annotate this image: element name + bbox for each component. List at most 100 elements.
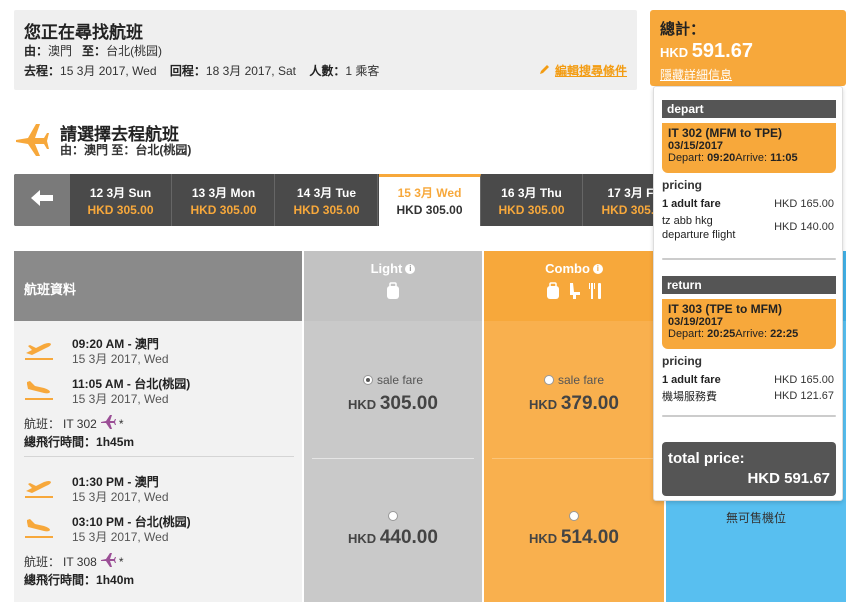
flight-star: * <box>118 554 124 569</box>
duration-label: 總飛行時間： <box>24 573 97 587</box>
depart-label: Depart: <box>668 328 705 340</box>
fare-radio[interactable] <box>569 511 579 521</box>
date-selector: 12 3月 Sun HKD 305.00 13 3月 Mon HKD 305.0… <box>14 174 654 226</box>
depart-leg-card: IT 302 (MFM to TPE) 03/15/2017 Depart: 0… <box>662 123 836 173</box>
airline-icon <box>100 553 116 570</box>
flight-number: 航班： IT 308 * <box>24 553 124 570</box>
date-tab-16[interactable]: 16 3月 Thu HKD 305.00 <box>481 174 583 226</box>
pricing-line-value: HKD 165.00 <box>774 374 834 386</box>
edit-search-label: 編輯搜尋條件 <box>554 64 627 78</box>
pricing-line-value: HKD 165.00 <box>774 198 834 210</box>
total-currency: HKD <box>660 45 689 60</box>
fare-radio-label: sale fare <box>376 373 424 387</box>
fare-currency: HKD <box>529 531 558 546</box>
fare-amount: 440.00 <box>379 527 438 548</box>
total-amount: HKD 591.67 <box>660 40 836 63</box>
to-label: 至： <box>82 44 107 58</box>
pricing-line-label: 1 adult fare <box>662 198 721 210</box>
flight-number: 航班： IT 302 * <box>24 415 124 432</box>
pricing-line: 1 adult fare HKD 165.00 <box>662 198 834 210</box>
depart-time: 09:20 <box>707 152 736 164</box>
edit-search-link[interactable]: 編輯搜尋條件 <box>539 62 627 79</box>
bag-icon <box>545 282 561 305</box>
pricing-line-value: HKD 140.00 <box>774 221 834 233</box>
depart-flight-date: 03/15/2017 <box>668 140 724 152</box>
date-tab-13[interactable]: 13 3月 Mon HKD 305.00 <box>173 174 275 226</box>
total-value: 591.67 <box>691 40 753 62</box>
info-icon[interactable]: i <box>592 263 603 274</box>
depart-flight-code: IT 302 (MFM to TPE) <box>668 126 782 140</box>
depart-value: 15 3月 2017, Wed <box>60 64 157 78</box>
grand-total-label: total price: <box>668 450 745 467</box>
date-tab-price: HKD 305.00 <box>396 203 463 217</box>
date-tab-price: HKD 305.00 <box>87 203 154 217</box>
from-label: 由： <box>24 44 49 58</box>
date-tab-date: 12 3月 Sun <box>89 186 152 200</box>
pricing-line: 1 adult fare HKD 165.00 <box>662 374 834 386</box>
departure-date: 15 3月 2017, Wed <box>72 352 169 366</box>
fare-amount: 305.00 <box>379 393 438 414</box>
fare-radio[interactable] <box>543 375 554 385</box>
pricing-line-label: 機場服務費 <box>662 391 717 403</box>
airline-icon <box>100 415 116 432</box>
date-tab-12[interactable]: 12 3月 Sun HKD 305.00 <box>70 174 172 226</box>
arrive-time: 22:25 <box>770 328 799 340</box>
fare-currency: HKD <box>529 397 558 412</box>
arrive-time: 11:05 <box>770 152 798 164</box>
pencil-icon <box>539 63 551 78</box>
fare-radio[interactable] <box>362 375 373 385</box>
light-fare-cell[interactable]: HKD 440.00 <box>304 511 482 549</box>
flight-info-column: 09:20 AM - 澳門 15 3月 2017, Wed 11:05 AM -… <box>14 321 302 602</box>
date-tab-price: HKD 305.00 <box>190 203 257 217</box>
date-tab-price: HKD 305.00 <box>601 203 654 217</box>
hide-details-link[interactable]: 隱藏詳細信息 <box>660 66 836 83</box>
arrival-date: 15 3月 2017, Wed <box>72 530 169 544</box>
flight-number-value: IT 308 <box>63 554 97 569</box>
pricing-divider <box>662 258 836 260</box>
date-tab-price: HKD 305.00 <box>293 203 360 217</box>
depart-label: Depart: <box>668 152 705 164</box>
combo-fare-cell[interactable]: HKD 514.00 <box>484 511 664 549</box>
return-leg-card: IT 303 (TPE to MFM) 03/19/2017 Depart: 2… <box>662 299 836 349</box>
fare-radio[interactable] <box>388 511 398 521</box>
date-tab-14[interactable]: 14 3月 Tue HKD 305.00 <box>276 174 378 226</box>
date-tab-date: 17 3月 Fri <box>607 186 654 200</box>
search-summary: 您正在尋找航班 由：澳門 至：台北(桃园) 去程：15 3月 2017, Wed… <box>14 10 637 90</box>
light-fare-cell[interactable]: sale fare HKD 305.00 <box>304 373 482 415</box>
depart-section-header: depart <box>662 100 836 118</box>
light-header-label: Light <box>370 261 403 276</box>
takeoff-icon <box>24 475 54 499</box>
depart-label: 去程： <box>24 64 61 78</box>
date-tab-17[interactable]: 17 3月 Fri HKD 305.00 <box>584 174 654 226</box>
combo-fare-cell[interactable]: sale fare HKD 379.00 <box>484 373 664 415</box>
fare-amount: 514.00 <box>560 527 619 548</box>
combo-fare-column: sale fare HKD 379.00 HKD 514.00 <box>484 321 664 602</box>
airplane-icon <box>14 118 50 158</box>
pricing-line: tz abb hkg departure flight HKD 140.00 <box>662 214 834 242</box>
to-value: 台北(桃园) <box>106 44 163 58</box>
pricing-line-label: 1 adult fare <box>662 374 721 386</box>
fare-price: HKD 514.00 <box>484 527 664 549</box>
total-price-header: 總計： HKD 591.67 隱藏詳細信息 <box>650 10 846 86</box>
date-tab-date: 16 3月 Thu <box>501 186 562 200</box>
date-tab-date: 14 3月 Tue <box>296 186 357 200</box>
info-icon[interactable]: i <box>405 263 416 274</box>
flight-number-value: IT 302 <box>63 416 97 431</box>
prev-dates-button[interactable] <box>14 174 70 226</box>
summary-title: 您正在尋找航班 <box>24 23 143 42</box>
fare-currency: HKD <box>348 531 377 546</box>
back-arrow-icon <box>31 189 53 211</box>
light-fare-column: sale fare HKD 305.00 HKD 440.00 <box>304 321 482 602</box>
light-fare-header: Light i <box>304 251 482 321</box>
row-divider <box>312 458 474 459</box>
pax-value: 1 乘客 <box>345 64 380 78</box>
fare-price: HKD 305.00 <box>304 393 482 415</box>
duration-label: 總飛行時間： <box>24 435 97 449</box>
row-divider <box>492 458 656 459</box>
bag-icon <box>385 282 401 305</box>
meal-icon <box>589 282 603 305</box>
date-tab-15-selected[interactable]: 15 3月 Wed HKD 305.00 <box>379 174 481 226</box>
flight-number-label: 航班： <box>24 417 61 431</box>
from-value: 澳門 <box>48 44 73 58</box>
return-label: 回程： <box>169 64 206 78</box>
